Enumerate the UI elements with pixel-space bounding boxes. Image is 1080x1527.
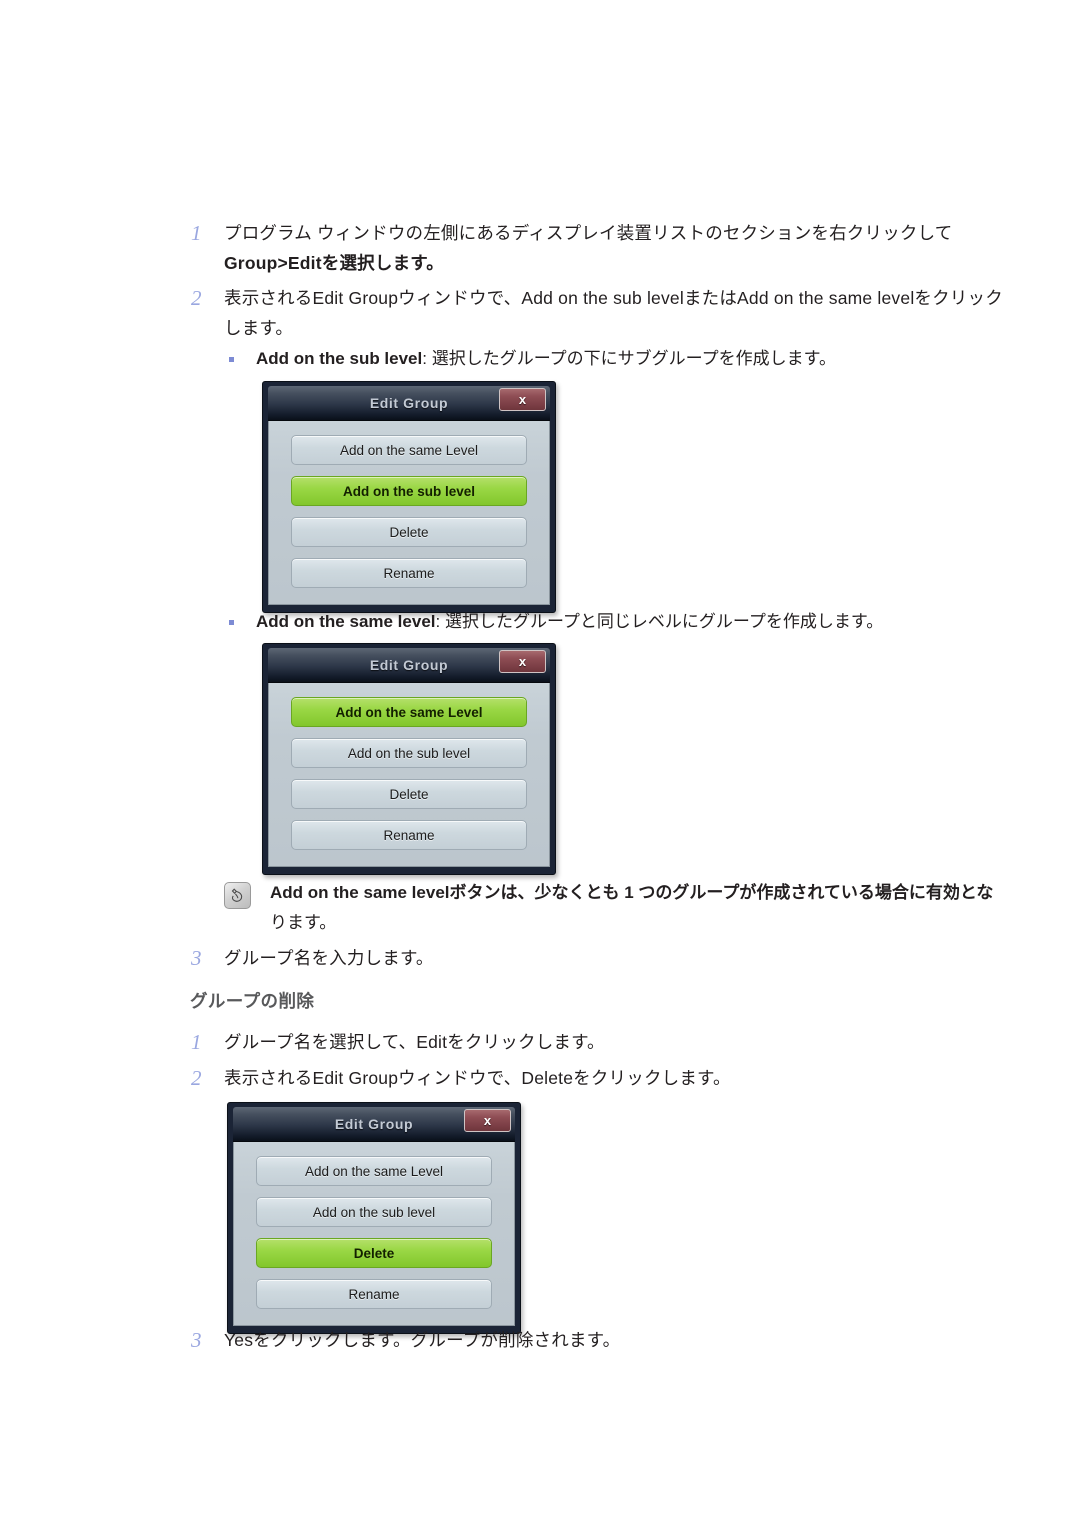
button-add-on-the-sub-level[interactable]: Add on the sub level [291,476,527,506]
step-body: Yesをクリックします。グループが削除されます。 [224,1330,621,1350]
note-pencil-icon [224,878,270,909]
edit-group-dialog-delete[interactable]: Edit Group x Add on the same Level Add o… [227,1102,521,1334]
step-body: グループ名を入力します。 [224,948,434,968]
step-delete-2: 2 表示されるEdit Groupウィンドウで、Deleteをクリックします。 [188,1063,888,1093]
bullet-dot-icon [222,345,256,362]
bullet-desc: : 選択したグループと同じレベルにグループを作成します。 [435,612,884,631]
button-add-on-the-sub-level[interactable]: Add on the sub level [291,738,527,768]
step-create-3: 3 グループ名を入力します。 [188,943,888,973]
step-body: グループ名を選択して、Editをクリックします。 [224,1032,605,1052]
edit-group-dialog-same-level[interactable]: Edit Group x Add on the same Level Add o… [262,643,556,875]
bullet-term: Add on the same level [256,612,436,631]
section-heading-delete-group: グループの削除 [190,991,315,1011]
bullet-term: Add on the sub level [256,349,423,368]
bullet-body: Add on the same level: 選択したグループと同じレベルにグル… [256,608,883,636]
close-icon[interactable]: x [499,650,546,673]
step-create-1: 1 プログラム ウィンドウの左側にあるディスプレイ装置リストのセクションを右クリ… [188,218,1008,278]
bullet-dot-icon [222,608,256,625]
button-rename[interactable]: Rename [256,1279,492,1309]
step-line: します。 [224,318,294,338]
bullet-desc: : 選択したグループの下にサブグループを作成します。 [422,349,836,368]
button-rename[interactable]: Rename [291,820,527,850]
manual-page: 1 プログラム ウィンドウの左側にあるディスプレイ装置リストのセクションを右クリ… [0,0,1080,1527]
dialog-titlebar: Edit Group x [268,648,550,683]
bullet-add-same-level: Add on the same level: 選択したグループと同じレベルにグル… [222,608,982,636]
step-delete-1: 1 グループ名を選択して、Editをクリックします。 [188,1027,888,1057]
dialog-body: Add on the same Level Add on the sub lev… [268,421,550,605]
button-rename[interactable]: Rename [291,558,527,588]
step-number: 3 [191,1328,202,1352]
step-number: 1 [191,221,202,245]
close-icon[interactable]: x [499,388,546,411]
dialog-body: Add on the same Level Add on the sub lev… [268,683,550,867]
note-line: Add on the same levelボタンは、少なくとも 1 つのグループ… [270,878,993,908]
dialog-body: Add on the same Level Add on the sub lev… [233,1142,515,1326]
note-line-text: Add on the same levelボタンは、少なくとも 1 つのグループ… [270,883,994,902]
step-line: Group>Editを選択します。 [224,253,444,273]
dialog-title: Edit Group [369,657,449,673]
step-number: 3 [191,946,202,970]
step-line: プログラム ウィンドウの左側にあるディスプレイ装置リストのセクションを右クリック… [224,223,953,243]
step-body: 表示されるEdit Groupウィンドウで、Deleteをクリックします。 [224,1068,731,1088]
note-block: Add on the same levelボタンは、少なくとも 1 つのグループ… [224,878,1004,938]
button-delete[interactable]: Delete [291,517,527,547]
close-icon[interactable]: x [464,1109,511,1132]
dialog-titlebar: Edit Group x [268,386,550,421]
note-body: Add on the same levelボタンは、少なくとも 1 つのグループ… [270,878,993,938]
step-body: プログラム ウィンドウの左側にあるディスプレイ装置リストのセクションを右クリック… [224,218,952,278]
step-create-2: 2 表示されるEdit Groupウィンドウで、Add on the sub l… [188,283,1018,343]
button-add-on-the-sub-level[interactable]: Add on the sub level [256,1197,492,1227]
button-add-on-the-same-level[interactable]: Add on the same Level [291,697,527,727]
button-add-on-the-same-level[interactable]: Add on the same Level [291,435,527,465]
dialog-title: Edit Group [334,1116,414,1132]
button-delete[interactable]: Delete [256,1238,492,1268]
step-number: 2 [191,286,202,310]
bullet-add-sub-level: Add on the sub level: 選択したグループの下にサブグループを… [222,345,982,373]
note-line: ります。 [270,913,337,932]
step-line: 表示されるEdit Groupウィンドウで、Add on the sub lev… [224,288,1003,308]
bullet-body: Add on the sub level: 選択したグループの下にサブグループを… [256,345,836,373]
edit-group-dialog-sub-level[interactable]: Edit Group x Add on the same Level Add o… [262,381,556,613]
step-delete-3: 3 Yesをクリックします。グループが削除されます。 [188,1325,888,1355]
dialog-titlebar: Edit Group x [233,1107,515,1142]
step-number: 2 [191,1066,202,1090]
dialog-title: Edit Group [369,395,449,411]
step-body: 表示されるEdit Groupウィンドウで、Add on the sub lev… [224,283,1003,343]
button-delete[interactable]: Delete [291,779,527,809]
button-add-on-the-same-level[interactable]: Add on the same Level [256,1156,492,1186]
step-number: 1 [191,1030,202,1054]
